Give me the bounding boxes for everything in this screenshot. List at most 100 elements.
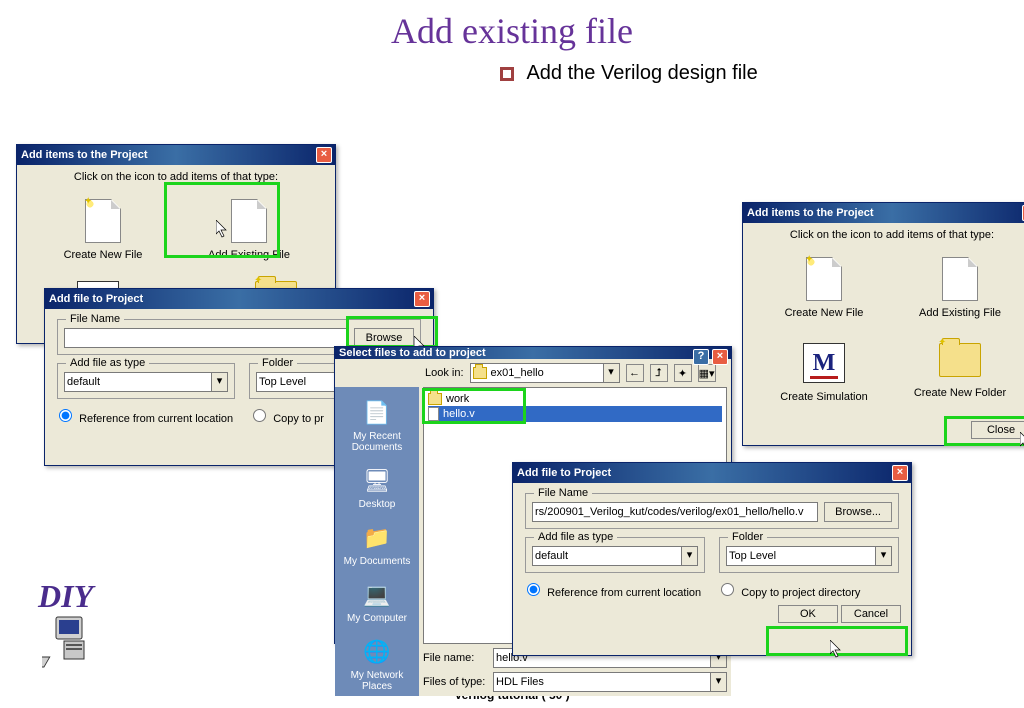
window-title: Select files to add to project (339, 347, 486, 359)
add-items-dialog-2: Add items to the Project × Click on the … (742, 202, 1024, 446)
filetype-combo[interactable] (493, 672, 711, 692)
add-as-legend: Add file as type (534, 531, 617, 543)
titlebar: Add file to Project × (513, 463, 911, 483)
copy-label: Copy to pr (273, 413, 324, 425)
lookin-value: ex01_hello (491, 367, 544, 379)
create-new-label: Create New File (769, 307, 879, 319)
close-button[interactable]: Close (971, 421, 1024, 439)
places-sidebar: 📄My Recent Documents 🖥Desktop 📁 My Docume… (335, 387, 419, 696)
dropdown-icon[interactable]: ▾ (604, 363, 620, 383)
reference-radio[interactable]: Reference from current location (523, 583, 701, 599)
existing-file-icon (231, 199, 267, 243)
add-file-dialog-2: Add file to Project × File Name Browse..… (512, 462, 912, 656)
lookin-row: Look in: ex01_hello ▾ ← ⮥ ✦ ▦▾ (335, 359, 731, 387)
folder-icon (473, 367, 487, 379)
list-item[interactable]: work (428, 392, 722, 406)
back-icon[interactable]: ← (626, 364, 644, 382)
cancel-button[interactable]: Cancel (841, 605, 901, 623)
bullet-icon (500, 67, 514, 81)
sidebar-network[interactable]: 🌐My Network Places (339, 632, 415, 696)
new-folder-icon[interactable]: ✦ (674, 364, 692, 382)
folder-input[interactable] (726, 546, 876, 566)
titlebar: Add items to the Project × (17, 145, 335, 165)
create-new-file-item[interactable]: Create New File (48, 193, 158, 267)
desktop-icon: 🖥 (361, 465, 393, 497)
filename-legend: File Name (66, 313, 124, 325)
lookin-combo[interactable]: ex01_hello (470, 363, 604, 383)
views-icon[interactable]: ▦▾ (698, 364, 716, 382)
window-title: Add file to Project (517, 467, 611, 479)
close-icon[interactable]: × (712, 349, 728, 365)
titlebar: Select files to add to project ? × (335, 347, 731, 359)
browse-button[interactable]: Browse... (824, 502, 892, 522)
sidebar-label: My Network Places (351, 670, 404, 692)
instruction-text: Click on the icon to add items of that t… (753, 229, 1024, 241)
copy-radio[interactable]: Copy to pr (249, 409, 324, 425)
create-new-label: Create New File (48, 249, 158, 261)
file-name: work (446, 393, 469, 405)
sidebar-mydocs[interactable]: 📁 My Documents (339, 518, 415, 571)
sidebar-desktop[interactable]: 🖥Desktop (339, 461, 415, 514)
titlebar: Add file to Project × (45, 289, 433, 309)
add-existing-file-item[interactable]: Add Existing File (905, 251, 1015, 325)
sidebar-recent[interactable]: 📄My Recent Documents (339, 393, 415, 457)
window-title: Add items to the Project (21, 149, 148, 161)
list-item[interactable]: hello.v (428, 406, 722, 422)
recent-icon: 📄 (361, 397, 393, 429)
help-icon[interactable]: ? (693, 349, 709, 365)
file-name: hello.v (443, 408, 475, 420)
create-sim-label: Create Simulation (769, 391, 879, 403)
create-simulation-item[interactable]: Create Simulation (769, 333, 879, 409)
folder-legend: Folder (728, 531, 767, 543)
sidebar-mycomp[interactable]: 💻 My Computer (339, 575, 415, 628)
mycomp-icon: 💻 (361, 579, 393, 611)
slide-title: Add existing file (391, 10, 633, 52)
create-folder-label: Create New Folder (905, 387, 1015, 399)
dropdown-icon[interactable]: ▾ (876, 546, 892, 566)
create-folder-item[interactable]: Create New Folder (905, 333, 1015, 409)
create-new-file-item[interactable]: Create New File (769, 251, 879, 325)
ref-label: Reference from current location (547, 587, 701, 599)
dropdown-icon[interactable]: ▾ (212, 372, 228, 392)
up-icon[interactable]: ⮥ (650, 364, 668, 382)
add-existing-label: Add Existing File (194, 249, 304, 261)
add-as-input[interactable] (532, 546, 682, 566)
copy-label: Copy to project directory (741, 587, 860, 599)
folder-icon (428, 393, 442, 405)
instruction-text: Click on the icon to add items of that t… (27, 171, 325, 183)
subtitle-text: Add the Verilog design file (526, 62, 757, 84)
existing-file-icon (942, 257, 978, 301)
add-as-input[interactable] (64, 372, 212, 392)
window-title: Add file to Project (49, 293, 143, 305)
titlebar: Add items to the Project × (743, 203, 1024, 223)
filename-legend: File Name (534, 487, 592, 499)
simulation-icon (803, 343, 845, 383)
dropdown-icon[interactable]: ▾ (682, 546, 698, 566)
browse-button[interactable]: Browse (354, 328, 414, 348)
sidebar-label: My Computer (347, 613, 407, 624)
add-existing-file-item[interactable]: Add Existing File (194, 193, 304, 267)
close-icon[interactable]: × (414, 291, 430, 307)
close-icon[interactable]: × (892, 465, 908, 481)
filename-input[interactable] (532, 502, 818, 522)
filename-label: File name: (423, 652, 487, 664)
new-folder-icon (939, 343, 981, 377)
reference-radio[interactable]: Reference from current location (55, 409, 233, 425)
filename-input[interactable] (64, 328, 348, 348)
copy-radio[interactable]: Copy to project directory (717, 583, 860, 599)
window-title: Add items to the Project (747, 207, 874, 219)
add-as-legend: Add file as type (66, 357, 149, 369)
sidebar-label: My Recent Documents (352, 431, 403, 453)
new-file-icon (806, 257, 842, 301)
folder-legend: Folder (258, 357, 297, 369)
mydocs-icon: 📁 (361, 522, 393, 554)
slide-subtitle: Add the Verilog design file (500, 62, 758, 85)
diy-badge: DIY (38, 578, 148, 672)
dropdown-icon[interactable]: ▾ (711, 672, 727, 692)
add-as-type-fieldset: Add file as type ▾ (525, 537, 705, 573)
ok-button[interactable]: OK (778, 605, 838, 623)
close-icon[interactable]: × (316, 147, 332, 163)
new-file-icon (85, 199, 121, 243)
sidebar-label: My Documents (344, 556, 411, 567)
diy-text: DIY (38, 578, 93, 615)
